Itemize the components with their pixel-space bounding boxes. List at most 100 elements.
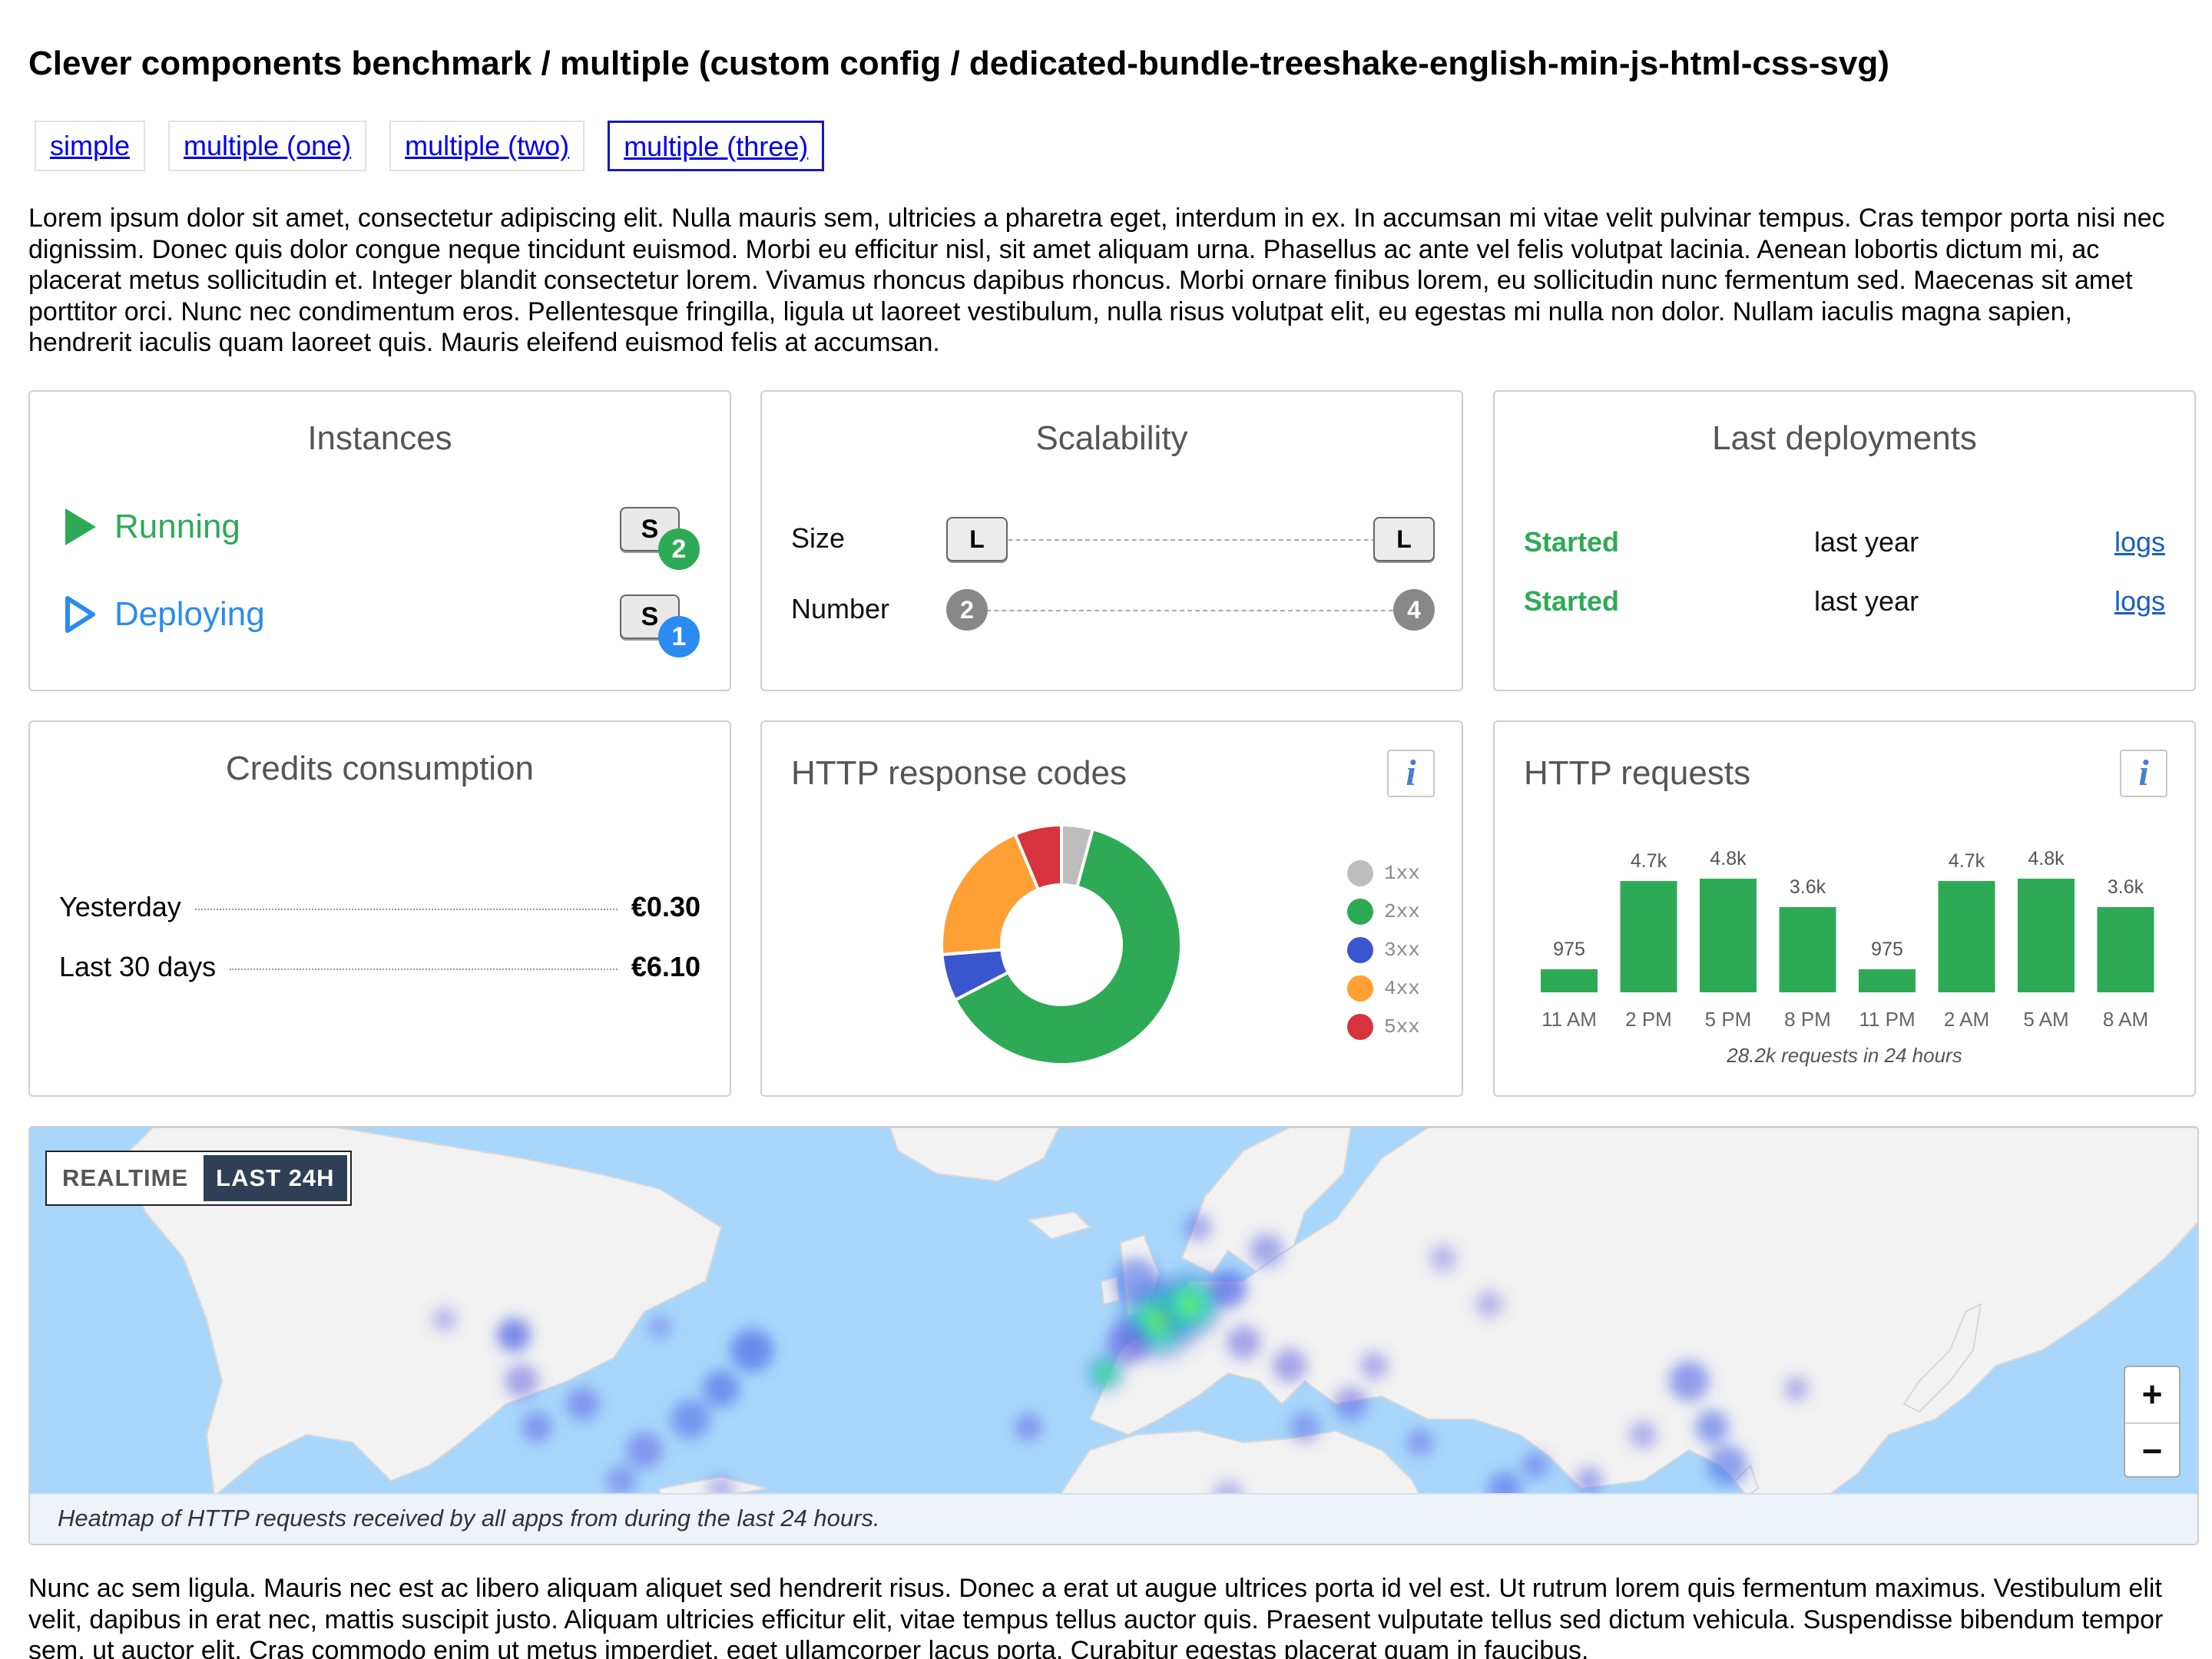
credits-last30-label: Last 30 days <box>59 951 217 982</box>
intro-paragraph: Lorem ipsum dolor sit amet, consectetur … <box>28 204 2165 357</box>
scalability-number-min: 2 <box>946 589 988 631</box>
scalability-number-label: Number <box>791 593 890 624</box>
toggle-last-24h[interactable]: LAST 24H <box>204 1155 347 1201</box>
legend-label: 1xx <box>1384 862 1420 885</box>
deployment-1-when: last year <box>1814 526 1919 558</box>
x-tick-label: 11 PM <box>1859 1008 1915 1031</box>
instances-running-count: 2 <box>658 528 700 570</box>
bar-value-label: 4.7k <box>1631 850 1667 872</box>
bar-2[interactable] <box>1700 879 1757 992</box>
bar-3[interactable] <box>1779 907 1836 992</box>
scalability-title: Scalability <box>1035 419 1188 457</box>
response-codes-donut <box>940 823 1183 1066</box>
legend-item-3xx[interactable]: 3xx <box>1347 937 1420 963</box>
bar-7[interactable] <box>2097 907 2154 992</box>
deployment-2-logs-link[interactable]: logs <box>2114 585 2165 618</box>
nav-link-multiple-two[interactable]: multiple (two) <box>389 121 585 171</box>
bar-0[interactable] <box>1541 969 1598 992</box>
deployment-1-state: Started <box>1524 526 1620 558</box>
credits-last30-value: €6.10 <box>631 951 700 982</box>
instances-deploying-count: 1 <box>658 616 700 657</box>
play-filled-icon <box>65 508 96 545</box>
legend-swatch <box>1347 860 1373 886</box>
heatmap-card: REALTIME LAST 24H + − Heatmap of HTTP re… <box>28 1126 2199 1545</box>
legend-swatch <box>1347 975 1373 1002</box>
toggle-realtime[interactable]: REALTIME <box>50 1155 201 1201</box>
deployments-title: Last deployments <box>1712 419 1977 457</box>
x-tick-label: 8 AM <box>2103 1008 2148 1031</box>
heatmap-caption: Heatmap of HTTP requests received by all… <box>30 1493 2197 1544</box>
bar-6[interactable] <box>2018 879 2075 992</box>
credits-yesterday-label: Yesterday <box>59 891 181 922</box>
x-tick-label: 11 AM <box>1541 1008 1597 1031</box>
scalability-number-line <box>963 610 1409 611</box>
bar-1[interactable] <box>1620 881 1677 992</box>
credits-row-yesterday: Yesterday €0.30 <box>59 891 700 923</box>
instances-row-running[interactable]: Running <box>64 507 240 547</box>
requests-caption: 28.2k requests in 24 hours <box>1727 1044 1962 1067</box>
legend-item-4xx[interactable]: 4xx <box>1347 975 1420 1002</box>
scalability-card: Scalability Size L L Number 2 4 <box>760 390 1463 691</box>
legend-label: 2xx <box>1384 900 1420 923</box>
legend-item-5xx[interactable]: 5xx <box>1347 1014 1420 1040</box>
nav-link-multiple-three[interactable]: multiple (three) <box>608 121 825 171</box>
x-tick-label: 5 AM <box>2023 1008 2068 1031</box>
requests-bar-chart: 975 11 AM 4.7k 2 PM 4.8k 5 PM 3.6k 8 PM 975 11 PM… <box>1541 848 2154 1031</box>
scalability-size-max: L <box>1373 517 1435 561</box>
deployment-2-state: Started <box>1524 585 1620 617</box>
credits-row-last30: Last 30 days €6.10 <box>59 951 700 983</box>
instances-running-label: Running <box>114 508 240 545</box>
legend-swatch <box>1347 1014 1373 1040</box>
instances-title: Instances <box>307 419 452 457</box>
benchmark-nav: simple multiple (one) multiple (two) mul… <box>35 121 825 171</box>
bar-4[interactable] <box>1859 969 1916 992</box>
deployments-card: Last deployments Started last year logs … <box>1493 390 2196 691</box>
instances-deploying-label: Deploying <box>114 595 265 633</box>
bar-value-label: 3.6k <box>2108 876 2144 898</box>
info-icon[interactable]: i <box>1387 750 1435 797</box>
bar-value-label: 4.8k <box>1710 848 1747 869</box>
credits-title: Credits consumption <box>225 750 535 787</box>
deployment-2-when: last year <box>1814 585 1919 617</box>
outro-paragraph: Nunc ac sem ligula. Mauris nec est ac li… <box>28 1574 2164 1659</box>
x-tick-label: 2 AM <box>1944 1008 1989 1031</box>
credits-card: Credits consumption Yesterday €0.30 Last… <box>28 720 731 1097</box>
scalability-size-label: Size <box>791 522 846 554</box>
zoom-in-button[interactable]: + <box>2125 1367 2179 1422</box>
legend-item-2xx[interactable]: 2xx <box>1347 899 1420 925</box>
x-tick-label: 2 PM <box>1625 1008 1672 1031</box>
scalability-number-max: 4 <box>1393 589 1435 631</box>
response-codes-title: HTTP response codes <box>791 754 1127 792</box>
legend-swatch <box>1347 899 1373 925</box>
credits-leader-dots <box>194 909 618 910</box>
legend-label: 5xx <box>1384 1015 1420 1038</box>
bar-5[interactable] <box>1938 881 1995 992</box>
bar-value-label: 975 <box>1553 939 1585 960</box>
time-range-toggle: REALTIME LAST 24H <box>45 1151 352 1206</box>
legend-label: 3xx <box>1384 939 1420 962</box>
zoom-out-button[interactable]: − <box>2125 1422 2179 1476</box>
world-heatmap[interactable] <box>30 1128 2199 1496</box>
instances-row-deploying[interactable]: Deploying <box>64 594 265 634</box>
scalability-size-min: L <box>946 517 1008 561</box>
instances-card: Instances Running S 2 Deploying S 1 <box>28 390 731 691</box>
bar-value-label: 3.6k <box>1790 876 1826 898</box>
nav-link-multiple-one[interactable]: multiple (one) <box>168 121 367 171</box>
bar-value-label: 4.8k <box>2028 848 2065 869</box>
bar-value-label: 975 <box>1871 939 1903 960</box>
response-codes-card: HTTP response codes i 1xx 2xx 3xx 4xx 5xx <box>760 720 1463 1097</box>
scalability-size-line <box>954 539 1415 541</box>
credits-leader-dots <box>230 969 618 970</box>
x-tick-label: 8 PM <box>1784 1008 1831 1031</box>
legend-swatch <box>1347 937 1373 963</box>
page-title: Clever components benchmark / multiple (… <box>28 45 1889 82</box>
nav-link-simple[interactable]: simple <box>35 121 146 171</box>
zoom-control: + − <box>2124 1366 2181 1478</box>
requests-card: HTTP requests i 975 11 AM 4.7k 2 PM 4.8k 5 PM… <box>1493 720 2196 1097</box>
credits-yesterday-value: €0.30 <box>631 891 700 922</box>
legend-label: 4xx <box>1384 977 1420 1000</box>
play-outline-icon <box>65 596 95 633</box>
legend-item-1xx[interactable]: 1xx <box>1347 860 1420 886</box>
x-tick-label: 5 PM <box>1705 1008 1752 1031</box>
deployment-1-logs-link[interactable]: logs <box>2114 526 2165 558</box>
